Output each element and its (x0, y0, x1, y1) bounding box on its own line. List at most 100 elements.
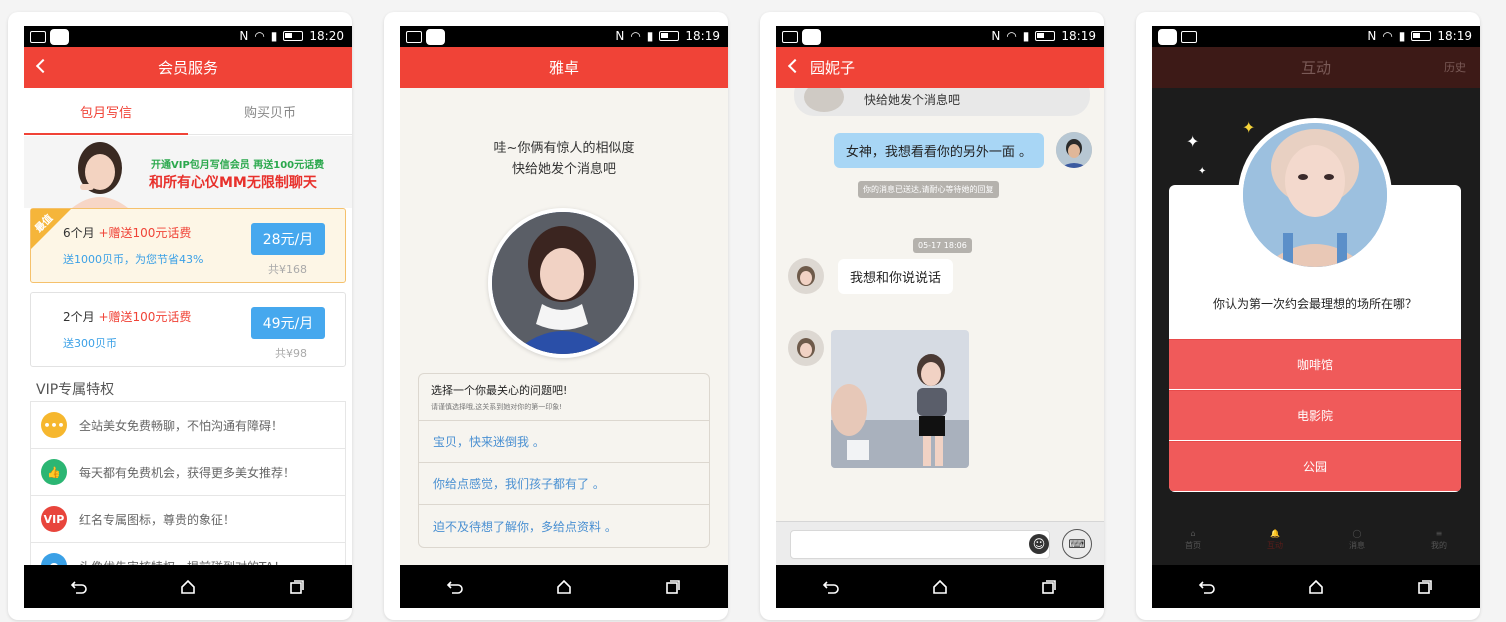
question-title: 选择一个你最关心的问题吧! (431, 384, 568, 397)
chat-icon: ••• (41, 412, 67, 438)
sparkle-icon: ✦ (1242, 118, 1256, 137)
tab-messages[interactable]: ◯ 消息 (1349, 529, 1365, 551)
avatar (804, 88, 844, 112)
dialog-option[interactable]: 公园 (1169, 441, 1461, 491)
avatar[interactable] (788, 258, 824, 294)
price-button[interactable]: 28元/月 (251, 223, 325, 255)
tab-interact[interactable]: 🔔 互动 (1267, 529, 1283, 551)
offer-subtitle: 送300贝币 (63, 337, 117, 350)
tab-buy-coins[interactable]: 购买贝币 (188, 88, 352, 134)
vip-section-title: VIP专属特权 (36, 382, 115, 398)
recents-nav-icon[interactable] (1405, 572, 1445, 602)
vip-privilege-list: ••• 全站美女免费畅聊，不怕沟通有障碍！ 👍 每天都有免费机会，获得更多美女推… (30, 401, 346, 591)
offer-title: 6个月 +赠送100元话费 (63, 224, 191, 241)
question-option[interactable]: 迫不及待想了解你，多给点资料 。 (419, 505, 709, 547)
vip-item-text: 红名专属图标，尊贵的象征！ (79, 512, 236, 527)
dialog-option[interactable]: 电影院 (1169, 390, 1461, 440)
back-nav-icon[interactable] (59, 572, 99, 602)
tab-home[interactable]: ⌂ 首页 (1185, 529, 1201, 551)
question-option[interactable]: 你给点感觉，我们孩子都有了 。 (419, 463, 709, 505)
vip-crown-icon: VIP (41, 506, 67, 532)
battery-icon (1035, 31, 1056, 41)
match-message-line2: 快给她发个消息吧 (511, 162, 616, 177)
vip-item-text: 全站美女免费畅聊，不怕沟通有障碍！ (79, 418, 284, 433)
nfc-icon: N (1367, 29, 1377, 43)
keyboard-icon[interactable]: ⌨ (1062, 529, 1092, 559)
message-incoming[interactable]: 我想和你说说话 (838, 259, 954, 294)
page-title: 会员服务 (157, 59, 218, 77)
avatar (1238, 118, 1392, 272)
price-button[interactable]: 49元/月 (251, 307, 325, 339)
battery-icon (1411, 31, 1432, 41)
banner-line2: 和所有心仪MM无限制聊天 (149, 175, 317, 191)
history-link[interactable]: 历史 (1444, 59, 1466, 75)
page-title: 雅卓 (548, 59, 579, 77)
home-nav-icon[interactable] (920, 572, 960, 602)
message-image[interactable] (831, 330, 969, 468)
chat-input-bar: ☺ ⌨ (776, 521, 1104, 565)
page-title: 互动 (1300, 59, 1331, 77)
back-arrow-icon[interactable] (35, 58, 51, 74)
avatar-photo (492, 212, 634, 354)
status-time: 18:19 (1061, 29, 1096, 43)
signal-icon: ▮ (270, 29, 278, 43)
list-item: 👍 每天都有免费机会，获得更多美女推荐！ (31, 449, 345, 496)
wifi-icon: ◠ (1006, 29, 1017, 43)
home-nav-icon[interactable] (1296, 572, 1336, 602)
status-time: 18:19 (1437, 29, 1472, 43)
android-nav-bar (776, 565, 1104, 608)
home-nav-icon[interactable] (544, 572, 584, 602)
recents-nav-icon[interactable] (277, 572, 317, 602)
back-arrow-icon[interactable] (787, 58, 803, 74)
tab-label: 消息 (1349, 541, 1365, 550)
signal-icon: ▮ (1022, 29, 1030, 43)
question-option[interactable]: 宝贝，快来迷倒我 。 (419, 421, 709, 463)
emoji-icon[interactable]: ☺ (1029, 534, 1049, 554)
tab-profile[interactable]: ≡ 我的 (1431, 529, 1447, 551)
sparkle-icon: ✦ (1186, 132, 1200, 151)
avatar[interactable] (788, 330, 824, 366)
top-card-text: 快给她发个消息吧 (864, 93, 961, 107)
question-box: 选择一个你最关心的问题吧! 请谨慎选择哦,这关系到她对你的第一印象! 宝贝，快来… (418, 373, 710, 548)
header-bar: 互动 历史 (1152, 47, 1480, 88)
header-bar: 会员服务 (24, 47, 352, 88)
wifi-icon: ◠ (1382, 29, 1393, 43)
offer-2-months[interactable]: 2个月 +赠送100元话费 送300贝币 49元/月 共¥98 (30, 292, 346, 367)
android-nav-bar (24, 565, 352, 608)
tab-monthly-letter[interactable]: 包月写信 (24, 88, 188, 135)
list-item: ••• 全站美女免费畅聊，不怕沟通有障碍！ (31, 402, 345, 449)
banner-girl-image (42, 140, 142, 208)
bell-icon: 🔔 (1270, 529, 1280, 538)
back-nav-icon[interactable] (811, 572, 851, 602)
status-bar: N ◠ ▮ 18:20 (24, 26, 352, 47)
header-bar: 雅卓 (400, 47, 728, 88)
offer-bonus: +赠送100元话费 (98, 310, 192, 324)
offer-6-months[interactable]: 最值 6个月 +赠送100元话费 送1000贝币，为您节省43% 28元/月 共… (30, 208, 346, 283)
back-nav-icon[interactable] (1187, 572, 1227, 602)
message-outgoing[interactable]: 女神，我想看看你的另外一面 。 (833, 133, 1044, 168)
home-nav-icon[interactable] (168, 572, 208, 602)
match-body: 哇~你俩有惊人的相似度 快给她发个消息吧 选择一个你最关心的问题吧! 请谨慎选择… (400, 88, 728, 565)
message-input[interactable]: ☺ (790, 530, 1050, 559)
back-nav-icon[interactable] (435, 572, 475, 602)
promo-banner[interactable]: 开通VIP包月写信会员 再送100元话费 和所有心仪MM无限制聊天 (24, 136, 352, 208)
timestamp: 05-17 18:06 (913, 238, 972, 253)
page-title: 园妮子 (810, 59, 856, 77)
price-total: 共¥98 (275, 347, 307, 360)
offer-duration: 2个月 (63, 310, 95, 324)
dialog-option[interactable]: 咖啡馆 (1169, 339, 1461, 389)
price-total: 共¥168 (268, 263, 307, 276)
recents-nav-icon[interactable] (1029, 572, 1069, 602)
tab-label: 首页 (1185, 541, 1201, 550)
signal-icon: ▮ (1398, 29, 1406, 43)
battery-icon (659, 31, 680, 41)
avatar[interactable] (1056, 132, 1092, 168)
status-bar: N ◠ ▮ 18:19 (400, 26, 728, 47)
app-icon (802, 29, 821, 45)
notification-icon (782, 31, 798, 43)
recents-nav-icon[interactable] (653, 572, 693, 602)
nfc-icon: N (991, 29, 1001, 43)
android-nav-bar (400, 565, 728, 608)
offer-duration: 6个月 (63, 226, 95, 240)
avatar[interactable] (488, 208, 638, 358)
